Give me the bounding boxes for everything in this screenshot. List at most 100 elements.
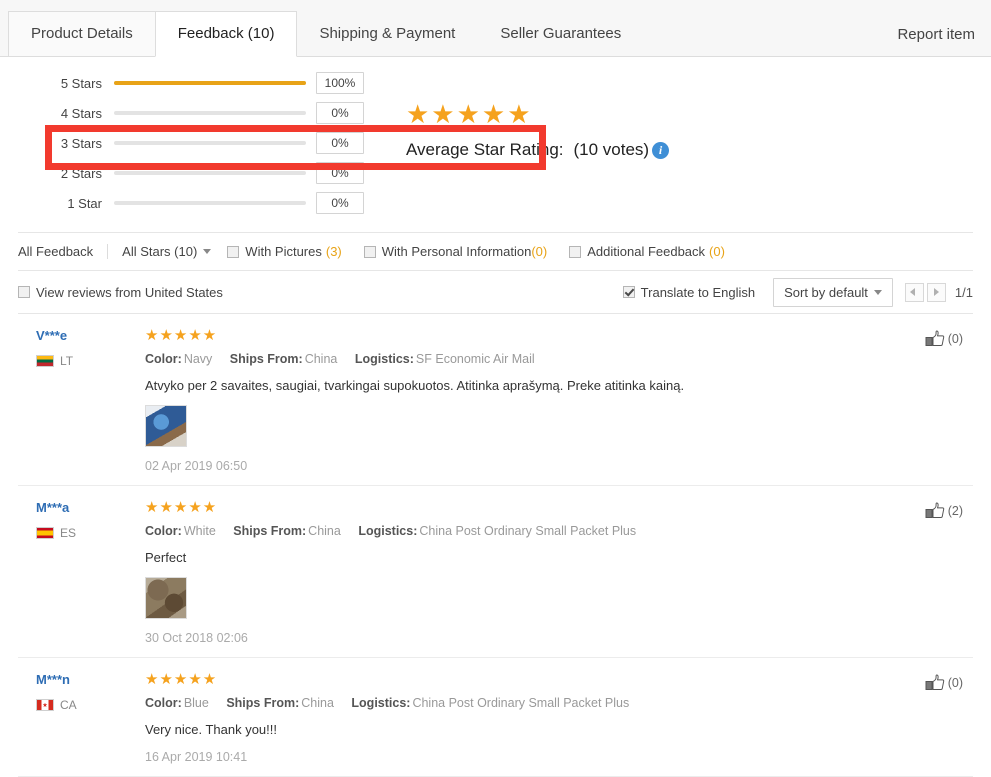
rating-bar-row: 1 Star 0%	[36, 188, 364, 218]
review-country-code: ES	[60, 526, 77, 540]
review-helpful-count: (2)	[947, 504, 963, 518]
review-text: Atvyko per 2 savaites, saugiai, tvarking…	[145, 378, 685, 393]
review-item: M***n CA ★★★★★ Color: Blue Ships From: Chi…	[18, 658, 973, 777]
review-logistics-value: China Post Ordinary Small Packet Plus	[419, 524, 637, 538]
review-helpful-button[interactable]: (0)	[925, 330, 963, 348]
review-ships-attribute: Ships From: China	[226, 696, 334, 710]
review-stars-icon: ★★★★★	[145, 499, 218, 516]
tab-list: Product Details Feedback (10) Shipping &…	[8, 11, 644, 57]
review-logistics-value: China Post Ordinary Small Packet Plus	[412, 696, 630, 710]
review-logistics-attribute: Logistics: China Post Ordinary Small Pack…	[358, 524, 636, 538]
chevron-down-icon	[203, 249, 212, 254]
review-color-label: Color:	[145, 352, 182, 366]
checkbox-view-reviews-from-country[interactable]	[18, 286, 30, 298]
report-item-link[interactable]: Report item	[897, 26, 975, 43]
tab-product-details[interactable]: Product Details	[8, 11, 156, 56]
tab-bar: Product Details Feedback (10) Shipping &…	[0, 0, 991, 57]
info-icon[interactable]: i	[652, 141, 670, 159]
checkbox-translate-to-english[interactable]	[622, 286, 635, 298]
review-user: V***e LT	[18, 328, 145, 473]
review-list: V***e LT ★★★★★ Color: Navy Ships From: Chi…	[18, 314, 973, 777]
review-helpful-button[interactable]: (0)	[925, 674, 963, 692]
review-color-value: Navy	[183, 352, 213, 366]
review-country-code: LT	[60, 354, 74, 368]
rating-bar-fill	[114, 81, 306, 85]
average-rating-text: Average Star Rating: (10 votes) i	[406, 140, 670, 160]
review-ships-value: China	[308, 524, 341, 538]
filter-with-personal-information-count: (0)	[531, 244, 548, 259]
filter-view-reviews-label: View reviews from United States	[36, 284, 223, 300]
review-user-name[interactable]: M***n	[36, 672, 145, 687]
review-ships-value: China	[301, 696, 334, 710]
review-user-country: ES	[36, 526, 145, 540]
rating-bar-label: 5 Stars	[60, 75, 102, 91]
thumbs-up-icon	[925, 674, 944, 690]
tab-shipping-payment[interactable]: Shipping & Payment	[296, 11, 478, 56]
filter-view-reviews-from-country[interactable]: View reviews from United States	[18, 285, 223, 300]
review-date: 02 Apr 2019 06:50	[145, 459, 248, 473]
rating-bar-track	[114, 141, 306, 145]
filter-additional-feedback-count: (0)	[709, 244, 725, 259]
filter-additional-feedback-label: Additional Feedback	[587, 244, 706, 259]
review-text: Very nice. Thank you!!!	[145, 722, 277, 737]
rating-bar-percent: 0%	[316, 102, 364, 124]
pagination-label: 1/1	[954, 284, 973, 300]
average-rating-votes: (10 votes)	[573, 140, 650, 159]
filter-with-pictures-count: (3)	[325, 244, 342, 259]
thumbs-up-icon	[925, 330, 944, 346]
chevron-down-icon	[873, 289, 882, 295]
review-user-name[interactable]: M***a	[36, 500, 145, 515]
pagination: 1/1	[904, 282, 973, 302]
flag-icon-es	[36, 527, 54, 539]
sort-by-dropdown[interactable]: Sort by default	[773, 277, 893, 307]
review-attributes: Color: White Ships From: China Logistics: C…	[145, 524, 973, 538]
review-thumbnail-image[interactable]	[145, 405, 187, 447]
review-ships-label: Ships From:	[233, 524, 307, 538]
pagination-next-button[interactable]	[926, 282, 946, 302]
review-text: Perfect	[145, 550, 187, 565]
tab-label: Seller Guarantees	[500, 25, 622, 42]
review-stars-icon: ★★★★★	[145, 671, 218, 688]
review-color-attribute: Color: Blue	[145, 696, 209, 710]
review-ships-attribute: Ships From: China	[230, 352, 338, 366]
tab-feedback[interactable]: Feedback (10)	[154, 11, 298, 57]
review-logistics-value: SF Economic Air Mail	[415, 352, 535, 366]
review-user: M***n CA	[18, 672, 145, 764]
review-thumbnail-image[interactable]	[145, 577, 187, 619]
review-date: 30 Oct 2018 02:06	[145, 631, 248, 645]
filter-additional-feedback[interactable]: Additional Feedback (0)	[569, 244, 725, 259]
review-thumbnails	[145, 405, 973, 447]
tab-label: Product Details	[31, 25, 133, 42]
checkbox-with-pictures[interactable]	[227, 245, 240, 258]
rating-bar-label: 2 Stars	[60, 165, 102, 181]
review-user-name[interactable]: V***e	[36, 328, 145, 343]
review-attributes: Color: Blue Ships From: China Logistics: Ch…	[145, 696, 973, 710]
filter-with-pictures[interactable]: With Pictures (3)	[227, 244, 342, 259]
checkbox-additional-feedback[interactable]	[569, 245, 582, 258]
review-ships-label: Ships From:	[226, 696, 300, 710]
average-stars-icon: ★★★★★	[406, 99, 533, 129]
rating-summary: 5 Stars 100% 4 Stars 0% 3 Stars 0% 2 Sta…	[18, 57, 973, 233]
filter-all-stars-dropdown[interactable]: All Stars (10)	[108, 244, 227, 259]
filter-with-personal-information[interactable]: With Personal Information (0)	[363, 244, 548, 259]
review-logistics-attribute: Logistics: China Post Ordinary Small Pack…	[351, 696, 629, 710]
tab-label: Shipping & Payment	[319, 25, 456, 42]
tab-label: Feedback (10)	[177, 25, 275, 42]
rating-bar-track	[114, 201, 306, 205]
rating-bar-label: 3 Stars	[60, 135, 102, 151]
pagination-prev-button[interactable]	[904, 282, 924, 302]
filter-with-pictures-label: With Pictures	[245, 244, 322, 259]
rating-bar-track	[114, 111, 306, 115]
filter-translate-to-english[interactable]: Translate to English	[622, 285, 755, 300]
checkbox-with-personal-information[interactable]	[363, 245, 376, 258]
rating-bar-label: 1 Star	[67, 195, 102, 211]
review-item: V***e LT ★★★★★ Color: Navy Ships From: Chi…	[18, 314, 973, 486]
tab-seller-guarantees[interactable]: Seller Guarantees	[477, 11, 644, 56]
review-helpful-button[interactable]: (2)	[925, 502, 963, 520]
review-logistics-attribute: Logistics: SF Economic Air Mail	[355, 352, 535, 366]
rating-bar-row: 3 Stars 0%	[36, 128, 364, 158]
review-body: ★★★★★ Color: White Ships From: China Logis…	[145, 500, 973, 645]
review-color-label: Color:	[145, 524, 182, 538]
rating-bar-row: 2 Stars 0%	[36, 158, 364, 188]
filter-all-feedback[interactable]: All Feedback	[18, 244, 109, 259]
